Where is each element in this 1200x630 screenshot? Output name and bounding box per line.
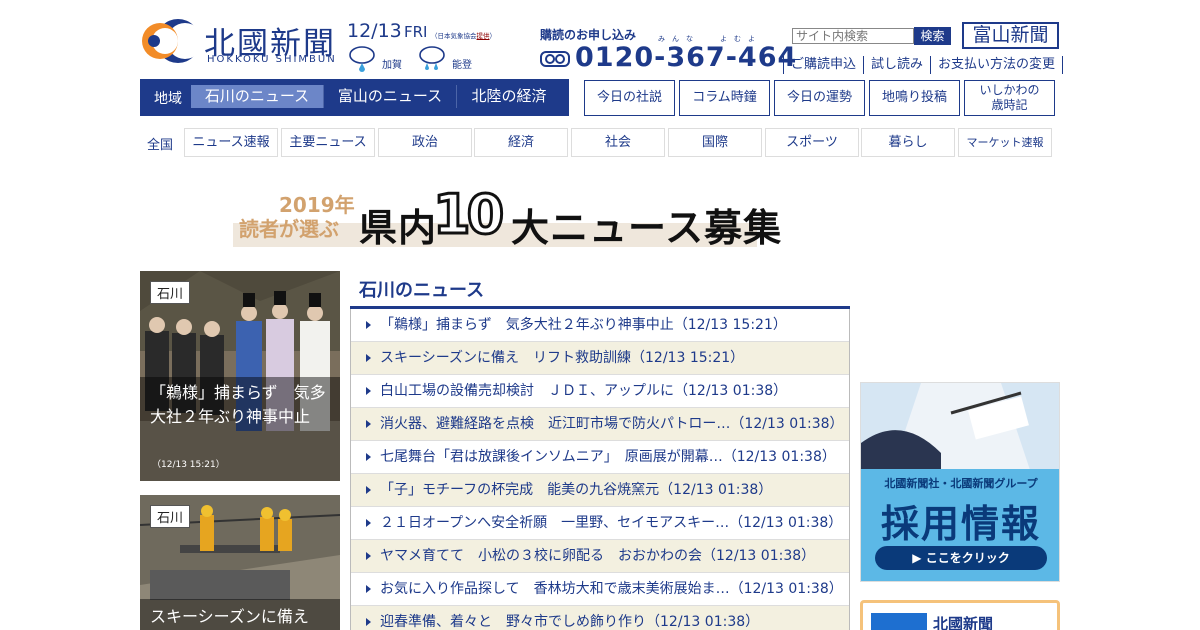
weather-area-noto: 能登 (452, 60, 472, 71)
digital-paper-ad[interactable]: 北國新聞 (860, 600, 1060, 630)
news-item[interactable]: ２１日オープンへ安全祈願 一里野、セイモアスキー…（12/13 01:38） (351, 507, 849, 540)
arrow-right-icon (366, 321, 371, 329)
recruit-ad-subtitle: 北國新聞社・北國新聞グループ (884, 477, 1038, 490)
weather-day-of-week: FRI (404, 23, 428, 41)
banner-headline: 県内 大ニュース募集 (359, 206, 783, 250)
arrow-right-icon (366, 552, 371, 560)
cat-lifestyle[interactable]: 暮らし (861, 128, 955, 157)
phone-number: 0120-367-464 (575, 42, 798, 73)
tab-ishikawa-news[interactable]: 石川のニュース (191, 85, 324, 108)
column-jisho-button[interactable]: コラム時鐘 (679, 80, 770, 116)
arrow-right-icon (366, 585, 371, 593)
tab-toyama-news[interactable]: 富山のニュース (324, 85, 457, 108)
rain-cloud-icon (349, 46, 375, 72)
photo-region-tag: 石川 (150, 281, 191, 304)
photo-card-ushinsama[interactable]: 石川 「鵜様」捕まらず 気多大社２年ぶり神事中止 （12/13 15:21） (140, 271, 340, 481)
saijiki-line-2: 歳時記 (991, 98, 1028, 112)
free-dial-icon (540, 51, 570, 67)
photo-caption: スキーシーズンに備え (140, 599, 340, 630)
cat-international[interactable]: 国際 (668, 128, 762, 157)
news-item[interactable]: 白山工場の設備売却検討 ＪＤＩ、アップルに（12/13 01:38） (351, 375, 849, 408)
search-button[interactable]: 検索 (914, 27, 951, 45)
weather-widget: 12/13 FRI （日本気象協会提供） 加賀 能登 (347, 20, 517, 76)
saijiki-button[interactable]: いしかわの 歳時記 (964, 80, 1055, 116)
saijiki-line-1: いしかわの (979, 83, 1040, 97)
arrow-right-icon (366, 420, 371, 428)
cat-politics[interactable]: 政治 (378, 128, 472, 157)
tab-hokuriku-economy[interactable]: 北陸の経済 (457, 85, 561, 108)
weather-credit: （日本気象協会提供） (431, 32, 496, 40)
link-trial[interactable]: 試し読み (863, 56, 930, 74)
site-logo[interactable]: 北國新聞 HOKKOKU SHIMBUN (140, 16, 340, 66)
cat-sports[interactable]: スポーツ (765, 128, 859, 157)
category-nav-label: 全国 (147, 138, 174, 153)
site-search-input[interactable] (792, 28, 914, 44)
arrow-right-icon (366, 354, 371, 362)
subscribe-label: 購読のお申し込み (540, 28, 637, 42)
recruit-ad-title: 採用情報 (880, 502, 1041, 546)
arrow-right-icon (366, 618, 371, 626)
recruit-ad[interactable]: 北國新聞社・北國新聞グループ 採用情報 ▶ ここをクリック (860, 382, 1060, 582)
news-item[interactable]: 迎春準備、着々と 野々市でしめ飾り作り（12/13 01:38） (351, 606, 849, 630)
news-item[interactable]: 消火器、避難経路を点検 近江町市場で防火パトロー…（12/13 01:38） (351, 408, 849, 441)
top10-news-banner[interactable]: 2019年 読者が選ぶ 県内 大ニュース募集 10 (233, 182, 781, 250)
banner-number-ten: 10 (431, 182, 505, 248)
editorial-button[interactable]: 今日の社説 (584, 80, 675, 116)
cat-society[interactable]: 社会 (571, 128, 665, 157)
news-item[interactable]: 七尾舞台「君は放課後インソムニア」 原画展が開幕…（12/13 01:38） (351, 441, 849, 474)
link-subscribe[interactable]: ご購読申込 (783, 56, 863, 74)
news-item[interactable]: ヤマメ育てて 小松の３校に卵配る おおかわの会（12/13 01:38） (351, 540, 849, 573)
photo-timestamp: （12/13 15:21） (152, 460, 225, 470)
link-payment-change[interactable]: お支払い方法の変更 (930, 56, 1064, 74)
banner-readers: 読者が選ぶ (239, 217, 339, 241)
cat-breaking-news[interactable]: ニュース速報 (184, 128, 278, 157)
news-item[interactable]: スキーシーズンに備え リフト救助訓練（12/13 15:21） (351, 342, 849, 375)
horoscope-button[interactable]: 今日の運勢 (774, 80, 865, 116)
news-list: 「鵜様」捕まらず 気多大社２年ぶり神事中止（12/13 15:21） スキーシー… (350, 309, 850, 630)
region-nav-label: 地域 (154, 91, 182, 107)
recruit-click-button[interactable]: ▶ ここをクリック (875, 546, 1047, 570)
news-section-title: 石川のニュース (359, 280, 485, 301)
news-item[interactable]: お気に入り作品探して 香林坊大和で歳末美術展始ま…（12/13 01:38） (351, 573, 849, 606)
recruit-photo-image (861, 383, 1059, 473)
toyama-shimbun-button[interactable]: 富山新聞 (962, 22, 1059, 49)
header-links: ご購読申込 試し読み お支払い方法の変更 (783, 56, 1064, 74)
cat-economy[interactable]: 経済 (474, 128, 568, 157)
weather-credit-link[interactable]: 提供 (477, 32, 490, 40)
cat-market-news[interactable]: マーケット速報 (958, 128, 1052, 157)
logo-mark-icon (142, 19, 198, 63)
photo-card-ski-lift[interactable]: 石川 スキーシーズンに備え (140, 495, 340, 630)
photo-region-tag: 石川 (150, 505, 191, 528)
reader-letters-button[interactable]: 地鳴り投稿 (869, 80, 960, 116)
news-item[interactable]: 「鵜様」捕まらず 気多大社２年ぶり神事中止（12/13 15:21） (351, 309, 849, 342)
arrow-right-icon (366, 453, 371, 461)
recruit-ad-photo (861, 383, 1059, 473)
paper-thumbnail (871, 613, 927, 630)
news-item[interactable]: 「子」モチーフの杯完成 能美の九谷焼窯元（12/13 01:38） (351, 474, 849, 507)
weather-date: 12/13 (347, 20, 402, 42)
cat-top-news[interactable]: 主要ニュース (281, 128, 375, 157)
region-nav: 地域 石川のニュース 富山のニュース 北陸の経済 (140, 79, 569, 116)
arrow-right-icon (366, 486, 371, 494)
rain-cloud-icon (419, 46, 445, 70)
arrow-right-icon (366, 519, 371, 527)
arrow-right-icon (366, 387, 371, 395)
paper-ad-label: 北國新聞 (933, 615, 994, 630)
weather-area-kaga: 加賀 (382, 60, 402, 71)
logo-roman: HOKKOKU SHIMBUN (207, 54, 337, 65)
